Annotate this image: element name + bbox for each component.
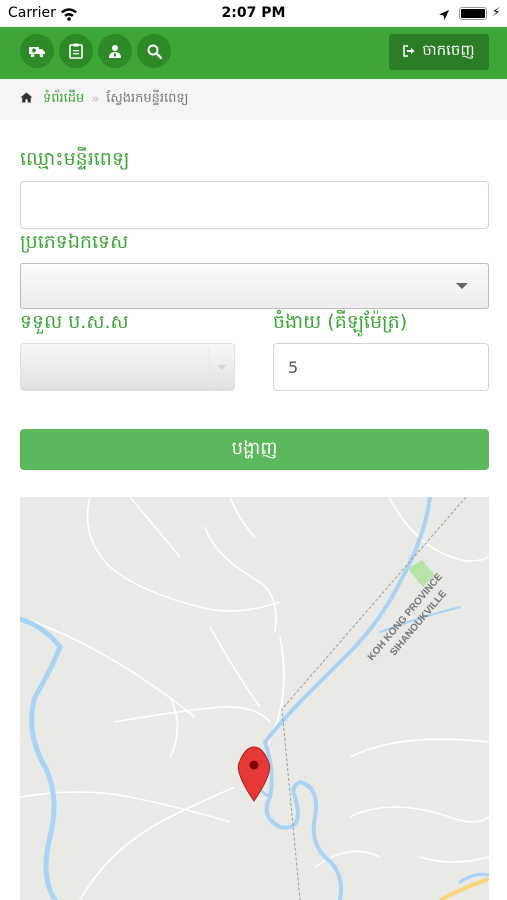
chevron-down-icon <box>218 365 226 370</box>
home-icon[interactable] <box>20 92 33 107</box>
breadcrumb-current: ស្វែងរកមន្ទីរពេទ្យ <box>106 91 189 106</box>
top-navbar: ចាកចេញ <box>0 27 507 79</box>
status-bar: Carrier 2:07 PM ⚡ <box>0 0 507 27</box>
map-canvas: KOH KONG PROVINCE SIHANOUKVILLE <box>20 497 489 900</box>
accepts-nssf-label: ទទួល ប.ស.ស <box>20 311 129 333</box>
clock-time: 2:07 PM <box>221 5 286 21</box>
hospital-name-input[interactable] <box>20 181 489 229</box>
clipboard-icon[interactable] <box>59 34 93 68</box>
specialty-select[interactable] <box>20 263 489 309</box>
breadcrumb-home-link[interactable]: ទំព័រដើម <box>43 90 84 109</box>
logout-label: ចាកចេញ <box>422 41 475 59</box>
logout-button[interactable]: ចាកចេញ <box>389 34 489 70</box>
distance-input[interactable]: 5 <box>273 343 489 391</box>
show-button-label: បង្ហាញ <box>231 438 278 459</box>
distance-label: ចំងាយ (គីឡូម៉ែត្រ) <box>273 311 408 333</box>
sign-out-icon <box>403 43 416 61</box>
search-icon[interactable] <box>137 34 171 68</box>
doctor-icon[interactable] <box>98 34 132 68</box>
breadcrumb-separator: » <box>91 92 100 107</box>
specialty-label: ប្រភេទឯកទេស <box>20 231 129 253</box>
distance-input-value: 5 <box>288 357 299 377</box>
hospital-name-label: ឈ្មោះមន្ទីរពេទ្យ <box>20 148 130 170</box>
battery-icon <box>459 7 487 20</box>
chevron-down-icon <box>456 283 468 289</box>
ambulance-icon[interactable] <box>20 34 54 68</box>
breadcrumb: ទំព័រដើម » ស្វែងរកមន្ទីរពេទ្យ <box>0 79 507 120</box>
location-arrow-icon <box>438 6 450 25</box>
show-button[interactable]: បង្ហាញ <box>20 429 489 470</box>
accepts-nssf-select[interactable] <box>20 343 235 391</box>
map-view[interactable]: KOH KONG PROVINCE SIHANOUKVILLE <box>20 497 489 900</box>
charging-icon: ⚡ <box>492 5 501 19</box>
